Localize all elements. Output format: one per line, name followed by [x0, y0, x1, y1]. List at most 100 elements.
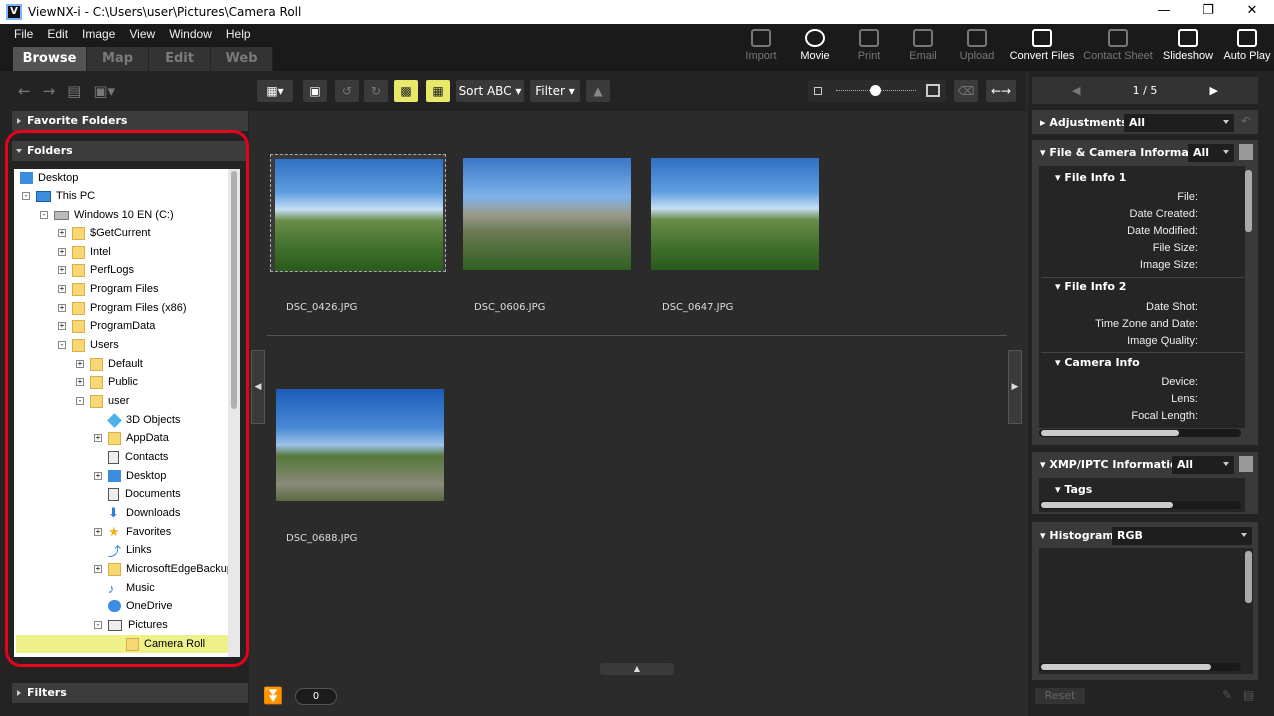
menu-image[interactable]: Image: [75, 27, 122, 41]
trash-icon[interactable]: ⌫: [954, 80, 978, 102]
photo: [463, 158, 631, 270]
import-button[interactable]: Import: [734, 26, 788, 68]
top-toolbar-buttons: Import Movie Print Email Upload Convert …: [734, 26, 1274, 68]
tags-header[interactable]: Tags: [1064, 483, 1092, 496]
filter-button[interactable]: Filter ▾: [530, 80, 580, 102]
tab-web[interactable]: Web: [211, 47, 273, 71]
thumbnail[interactable]: [459, 154, 635, 272]
movie-icon: [805, 29, 825, 47]
convert-files-icon: [1032, 29, 1052, 47]
menu-window[interactable]: Window: [162, 27, 219, 41]
edit-icon[interactable]: ✎: [1222, 688, 1232, 702]
collapse-right-panel-icon[interactable]: ▶: [1008, 350, 1022, 424]
menu-view[interactable]: View: [122, 27, 162, 41]
favorite-folders-header[interactable]: Favorite Folders: [12, 111, 248, 131]
info-field: Device:: [1161, 376, 1198, 388]
file-info-1-header[interactable]: File Info 1: [1064, 171, 1126, 184]
rotate-left-icon[interactable]: ↺: [335, 80, 359, 102]
tab-edit[interactable]: Edit: [149, 47, 211, 71]
slideshow-icon: [1178, 29, 1198, 47]
file-info-2-header[interactable]: File Info 2: [1064, 280, 1126, 293]
info-hscroll[interactable]: [1039, 429, 1241, 437]
histogram-dropdown[interactable]: RGB: [1112, 527, 1252, 545]
xmp-header[interactable]: XMP/IPTC Information: [1049, 458, 1185, 471]
menu-edit[interactable]: Edit: [40, 27, 75, 41]
swap-panels-icon[interactable]: ←→: [986, 80, 1016, 102]
thumbnail[interactable]: [270, 154, 446, 272]
save-icon[interactable]: ▤: [1243, 688, 1254, 702]
thumbnail-filename: DSC_0688.JPG: [286, 533, 358, 544]
back-icon[interactable]: ←: [18, 82, 31, 100]
rotate-right-icon[interactable]: ↻: [364, 80, 388, 102]
restore-icon[interactable]: ❐: [1186, 0, 1230, 24]
reset-button[interactable]: Reset: [1035, 688, 1085, 704]
info-field: Date Modified:: [1127, 225, 1198, 237]
filters-header[interactable]: Filters: [12, 683, 248, 703]
print-icon: [859, 29, 879, 47]
thumbnail[interactable]: [272, 385, 448, 503]
xmp-settings-icon[interactable]: [1239, 456, 1253, 472]
info-field: Image Size:: [1139, 259, 1198, 271]
info-field: Time Zone and Date:: [1095, 318, 1198, 330]
select-icon[interactable]: ▩: [394, 80, 418, 102]
histogram-hscroll[interactable]: [1039, 663, 1241, 671]
info-field: File:: [1177, 191, 1198, 203]
next-icon[interactable]: ▶: [1210, 77, 1218, 104]
info-vscroll[interactable]: [1245, 170, 1252, 232]
adjustments-dropdown[interactable]: All: [1124, 114, 1234, 132]
xmp-dropdown[interactable]: All: [1172, 456, 1234, 474]
convert-files-button[interactable]: Convert Files: [1004, 26, 1080, 68]
nav-row: ← → ▤ ▣▾: [0, 73, 249, 109]
email-button[interactable]: Email: [896, 26, 950, 68]
histogram-vscroll[interactable]: [1245, 551, 1252, 603]
photo: [276, 389, 444, 501]
photo: [275, 159, 443, 271]
movie-button[interactable]: Movie: [788, 26, 842, 68]
menu-file[interactable]: File: [0, 27, 40, 41]
reset-adjust-icon[interactable]: ↶: [1241, 114, 1251, 128]
tab-browse[interactable]: Browse: [13, 47, 87, 71]
upload-button[interactable]: Upload: [950, 26, 1004, 68]
thumbnail[interactable]: [647, 154, 823, 272]
menu-help[interactable]: Help: [219, 27, 258, 41]
tab-map[interactable]: Map: [87, 47, 149, 71]
camera-info-header[interactable]: Camera Info: [1064, 356, 1139, 369]
tags-hscroll[interactable]: [1039, 501, 1241, 509]
auto-play-icon: [1237, 29, 1257, 47]
prev-icon[interactable]: ◀: [1072, 77, 1080, 104]
close-icon[interactable]: ✕: [1230, 0, 1274, 24]
fit-icon[interactable]: ▣: [303, 80, 327, 102]
photo: [651, 158, 819, 270]
slider-knob[interactable]: [870, 85, 881, 96]
label-count: 0: [295, 688, 337, 705]
thumbnail-filename: DSC_0606.JPG: [474, 302, 546, 313]
file-camera-dropdown[interactable]: All: [1188, 144, 1234, 162]
info-field: Image Quality:: [1127, 335, 1198, 347]
row-separator: [267, 335, 1007, 336]
pager: ◀ 1 / 5 ▶: [1032, 77, 1258, 104]
minimize-icon[interactable]: —: [1142, 0, 1186, 24]
folder-bookmark-icon[interactable]: ▣▾: [93, 82, 115, 100]
auto-play-button[interactable]: Auto Play: [1220, 26, 1274, 68]
info-field: Lens:: [1171, 393, 1198, 405]
expand-bottom-icon[interactable]: ▲: [600, 663, 674, 675]
info-settings-icon[interactable]: [1239, 144, 1253, 160]
highlight-box: [5, 130, 249, 667]
contact-sheet-icon: [1108, 29, 1128, 47]
histogram-header[interactable]: Histogram: [1049, 529, 1114, 542]
print-button[interactable]: Print: [842, 26, 896, 68]
sort-button[interactable]: Sort ABC ▾: [456, 80, 524, 102]
adjustments-header[interactable]: Adjustments: [1049, 116, 1127, 129]
large-size-icon: [926, 84, 940, 97]
collapse-left-panel-icon[interactable]: ◀: [251, 350, 265, 424]
thumbnail-size-slider[interactable]: [808, 80, 946, 102]
histogram-pane: [1039, 548, 1253, 674]
label-tray-icon[interactable]: ⏬: [263, 686, 283, 705]
group-icon[interactable]: ▦: [426, 80, 450, 102]
label-icon[interactable]: ▲: [586, 80, 610, 102]
contact-sheet-button[interactable]: Contact Sheet: [1080, 26, 1156, 68]
folder-up-icon[interactable]: ▤: [67, 82, 81, 100]
forward-icon[interactable]: →: [43, 82, 56, 100]
slideshow-button[interactable]: Slideshow: [1156, 26, 1220, 68]
view-mode-button[interactable]: ▦▾: [257, 80, 293, 102]
